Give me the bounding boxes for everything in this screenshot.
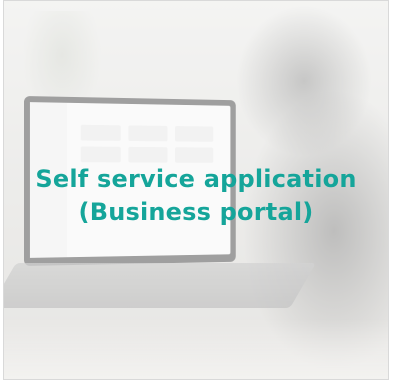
card-title[interactable]: Self service application (Business porta… [4, 163, 388, 229]
service-card[interactable]: Self service application (Business porta… [3, 0, 389, 380]
card-title-line-2: (Business portal) [78, 198, 314, 226]
card-title-line-1: Self service application [35, 165, 357, 193]
